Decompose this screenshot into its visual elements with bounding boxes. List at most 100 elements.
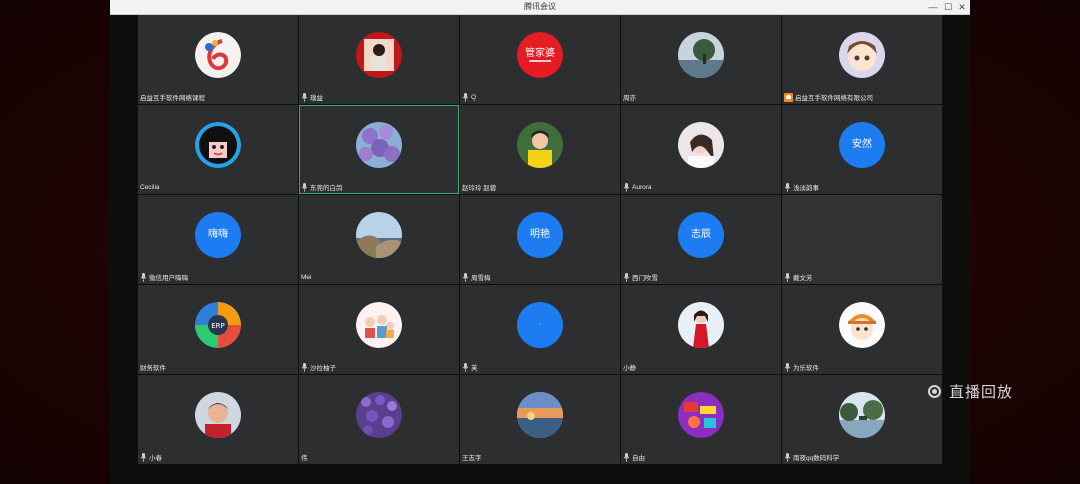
participant-grid: 启益互手软件网络课程 璞益 管家婆 Q 周亦 启益互手软件网络有限公司 Cecilia 东莞的… — [138, 15, 942, 467]
participant-name: 东莞的白鸽 — [310, 185, 343, 192]
participant-tile[interactable]: 伟 — [299, 375, 459, 464]
participant-name-bar: Aurora — [623, 182, 652, 192]
avatar — [678, 32, 724, 78]
participant-name: 伟 — [301, 455, 308, 462]
participant-name: 启益互手软件网络课程 — [140, 95, 205, 102]
participant-tile[interactable]: 管家婆 Q — [460, 15, 620, 104]
microphone-icon — [784, 452, 793, 462]
maximize-button[interactable]: ☐ — [941, 1, 955, 13]
participant-name-bar: 财务软件 — [140, 362, 166, 372]
svg-text:管家婆: 管家婆 — [525, 46, 555, 59]
participant-name: 西门吹雪 — [632, 275, 658, 282]
participant-name-bar: 璞益 — [301, 92, 323, 102]
microphone-icon — [140, 272, 149, 282]
avatar: 管家婆 — [517, 32, 563, 78]
participant-tile[interactable]: Cecilia — [138, 105, 298, 194]
participant-tile[interactable]: 璞益 — [299, 15, 459, 104]
participant-name-bar: 赵玲玲 赵蓉 — [462, 182, 496, 192]
participant-name-bar: 启益互手软件网络有限公司 — [784, 92, 873, 102]
avatar — [678, 392, 724, 438]
avatar: 嗨嗨 — [195, 212, 241, 258]
window-title: 腾讯会议 — [524, 2, 556, 11]
participant-tile[interactable]: 沙拉柚子 — [299, 285, 459, 374]
participant-name: 周雪梅 — [471, 275, 491, 282]
participant-name: 沙拉柚子 — [310, 365, 336, 372]
participant-tile[interactable]: ERP 财务软件 — [138, 285, 298, 374]
participant-tile[interactable]: 志辰西门吹雪 — [621, 195, 781, 284]
participant-tile[interactable]: 小静 — [621, 285, 781, 374]
participant-name: 启益互手软件网络有限公司 — [795, 95, 873, 102]
participant-name: 周亦 — [623, 95, 636, 102]
close-button[interactable]: ✕ — [955, 1, 969, 13]
avatar — [356, 302, 402, 348]
participant-name: 芙 — [471, 365, 478, 372]
participant-name-bar: 芙 — [462, 362, 478, 372]
participant-name: Aurora — [632, 183, 652, 191]
participant-tile[interactable]: Aurora — [621, 105, 781, 194]
participant-name-bar: 浅淡韵事 — [784, 182, 819, 192]
avatar: 安然 — [839, 122, 885, 168]
participant-name-bar: 为乐软件 — [784, 362, 819, 372]
participant-name-bar: 西门吹雪 — [623, 272, 658, 282]
microphone-icon — [301, 362, 310, 372]
microphone-icon — [784, 362, 793, 372]
participant-tile[interactable]: Mei — [299, 195, 459, 284]
avatar: 明艳 — [517, 212, 563, 258]
participant-tile[interactable]: · 芙 — [460, 285, 620, 374]
avatar — [678, 122, 724, 168]
meeting-window: 腾讯会议 — ☐ ✕ 启益互手软件网络课程 璞益 管家婆 Q 周亦 启益互手软件网络有限公… — [110, 0, 970, 484]
participant-tile[interactable]: 周亦 — [621, 15, 781, 104]
live-replay-overlay[interactable]: 直播回放 — [928, 381, 1013, 402]
participant-name-bar: 沙拉柚子 — [301, 362, 336, 372]
avatar — [517, 392, 563, 438]
microphone-icon — [623, 272, 632, 282]
avatar — [195, 32, 241, 78]
participant-name: 王志字 — [462, 455, 482, 462]
participant-tile[interactable]: 启益互手软件网络有限公司 — [782, 15, 942, 104]
participant-name: 赵玲玲 赵蓉 — [462, 185, 497, 192]
participant-tile[interactable]: 雨夜qq数码科学 — [782, 375, 942, 464]
microphone-icon — [462, 92, 471, 102]
participant-tile[interactable]: 明艳周雪梅 — [460, 195, 620, 284]
participant-name: Cecilia — [140, 183, 160, 191]
participant-tile[interactable]: 王志字 — [460, 375, 620, 464]
participant-name-bar: Mei — [301, 272, 311, 282]
avatar — [678, 302, 724, 348]
avatar — [195, 122, 241, 168]
microphone-icon — [301, 182, 310, 192]
participant-name-bar: 周雪梅 — [462, 272, 491, 282]
participant-name-bar: 小静 — [623, 362, 636, 372]
title-bar[interactable]: 腾讯会议 — ☐ ✕ — [110, 0, 970, 15]
microphone-icon — [462, 272, 471, 282]
host-icon — [784, 92, 793, 102]
avatar: 志辰 — [678, 212, 724, 258]
participant-name: 小春 — [149, 455, 162, 462]
avatar — [517, 122, 563, 168]
participant-tile[interactable]: 为乐软件 — [782, 285, 942, 374]
avatar — [356, 122, 402, 168]
participant-name: 微信用户嗨嗨 — [149, 275, 188, 282]
participant-name: Q — [471, 93, 477, 101]
participant-tile[interactable]: 戴文芳 — [782, 195, 942, 284]
participant-name: 雨夜qq数码科学 — [793, 455, 840, 462]
participant-name: 自由 — [632, 455, 645, 462]
participant-name-bar: 微信用户嗨嗨 — [140, 272, 188, 282]
participant-name-bar: 东莞的白鸽 — [301, 182, 343, 192]
avatar — [839, 392, 885, 438]
participant-name-bar: Cecilia — [140, 182, 160, 192]
participant-name: 璞益 — [310, 95, 323, 102]
minimize-button[interactable]: — — [926, 1, 940, 13]
participant-tile[interactable]: 东莞的白鸽 — [299, 105, 459, 194]
participant-tile[interactable]: 自由 — [621, 375, 781, 464]
participant-tile[interactable]: 嗨嗨微信用户嗨嗨 — [138, 195, 298, 284]
participant-name: 财务软件 — [140, 365, 166, 372]
avatar — [839, 32, 885, 78]
participant-tile[interactable]: 安然浅淡韵事 — [782, 105, 942, 194]
participant-tile[interactable]: 赵玲玲 赵蓉 — [460, 105, 620, 194]
participant-name-bar: 自由 — [623, 452, 645, 462]
participant-name-bar: 伟 — [301, 452, 308, 462]
avatar — [356, 32, 402, 78]
participant-tile[interactable]: 小春 — [138, 375, 298, 464]
participant-tile[interactable]: 启益互手软件网络课程 — [138, 15, 298, 104]
participant-name: 为乐软件 — [793, 365, 819, 372]
